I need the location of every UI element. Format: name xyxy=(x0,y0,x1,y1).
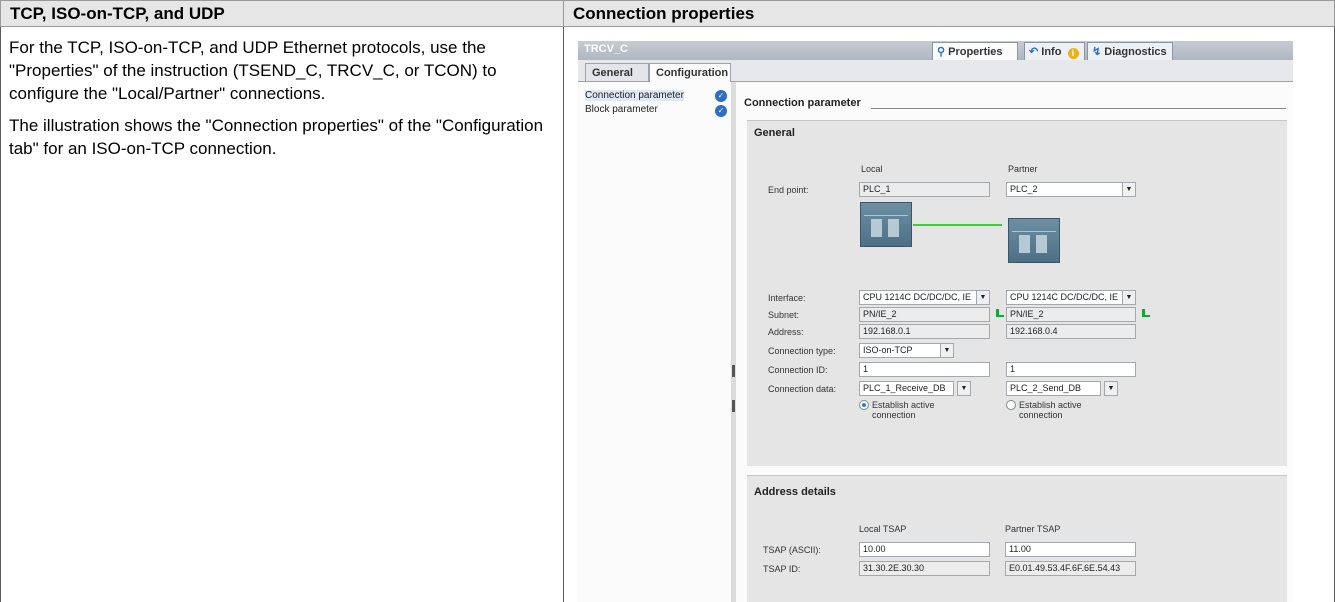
nav-item-block-parameter[interactable]: Block parameter xyxy=(585,104,658,115)
splitter-handle[interactable] xyxy=(732,365,735,377)
connection-data-local-dropdown[interactable]: ▼ xyxy=(957,381,971,396)
subnet-partner-field: PN/IE_2 xyxy=(1006,307,1136,322)
right-column-header: Connection properties xyxy=(563,0,1335,27)
connection-data-partner-dropdown[interactable]: ▼ xyxy=(1104,381,1118,396)
connection-id-local-input[interactable]: 1 xyxy=(859,362,990,377)
subnet-local-field: PN/IE_2 xyxy=(859,307,990,322)
description-paragraph-2: The illustration shows the "Connection p… xyxy=(9,116,544,158)
connection-data-partner-select[interactable]: PLC_2_Send_DB xyxy=(1006,381,1101,396)
interface-local-value: CPU 1214C DC/DC/DC, IE xyxy=(863,292,972,302)
connection-parameter-panel: Connection parameter General Local Partn… xyxy=(736,82,1293,602)
connection-data-local-select[interactable]: PLC_1_Receive_DB xyxy=(859,381,954,396)
establish-active-partner-radio[interactable] xyxy=(1006,400,1016,410)
connection-data-local-value: PLC_1_Receive_DB xyxy=(863,383,946,393)
connection-data-partner-value: PLC_2_Send_DB xyxy=(1010,383,1082,393)
tab-diagnostics[interactable]: ↯ Diagnostics xyxy=(1087,42,1173,60)
column-label-local-tsap: Local TSAP xyxy=(859,524,907,534)
end-point-label: End point: xyxy=(768,185,809,195)
tsap-ascii-local-input[interactable]: 10.00 xyxy=(859,542,990,557)
description-text: For the TCP, ISO-on-TCP, and UDP Etherne… xyxy=(9,36,549,169)
general-group: General Local Partner End point: PLC_1 P… xyxy=(747,120,1287,466)
connection-id-label: Connection ID: xyxy=(768,365,828,375)
check-icon: ✓ xyxy=(715,90,727,102)
table-border-left xyxy=(0,27,1,602)
end-point-local-field: PLC_1 xyxy=(859,182,990,197)
establish-active-partner-label: Establish active connection xyxy=(1019,400,1082,420)
tab-info[interactable]: ↶ Info i xyxy=(1024,42,1085,60)
establish-active-local-radio[interactable] xyxy=(859,400,869,410)
table-divider xyxy=(563,27,564,602)
column-label-partner-tsap: Partner TSAP xyxy=(1005,524,1061,534)
interface-local-select[interactable]: CPU 1214C DC/DC/DC, IE ▼ xyxy=(859,290,990,305)
inspector-titlebar: TRCV_C ⚲ Properties ↶ Info i ↯ Diagnosti… xyxy=(578,41,1293,60)
config-nav: Connection parameter ✓ Block parameter ✓ xyxy=(578,82,732,602)
check-icon: ✓ xyxy=(715,105,727,117)
local-plc-image xyxy=(860,202,912,247)
interface-label: Interface: xyxy=(768,293,806,303)
interface-partner-value: CPU 1214C DC/DC/DC, IE xyxy=(1010,292,1119,302)
chevron-down-icon: ▼ xyxy=(958,382,970,395)
left-column-header: TCP, ISO-on-TCP, and UDP xyxy=(0,0,564,27)
magnifier-icon: ⚲ xyxy=(937,46,946,58)
tsap-ascii-label: TSAP (ASCII): xyxy=(763,545,821,555)
address-label: Address: xyxy=(768,327,804,337)
description-paragraph-1: For the TCP, ISO-on-TCP, and UDP Etherne… xyxy=(9,38,497,103)
connection-id-partner-input[interactable]: 1 xyxy=(1006,362,1136,377)
subnet-label: Subnet: xyxy=(768,310,800,320)
address-details-group: Address details Local TSAP Partner TSAP … xyxy=(747,475,1287,602)
tab-properties[interactable]: ⚲ Properties xyxy=(932,42,1018,60)
connection-properties-screenshot: TRCV_C ⚲ Properties ↶ Info i ↯ Diagnosti… xyxy=(578,41,1293,602)
network-icon xyxy=(1142,309,1151,318)
inspector-title: TRCV_C xyxy=(584,43,629,55)
tsap-ascii-partner-input[interactable]: 11.00 xyxy=(1005,542,1136,557)
tab-info-label: Info xyxy=(1041,46,1062,58)
column-label-local: Local xyxy=(861,164,883,174)
partner-plc-image xyxy=(1008,218,1060,263)
tab-configuration[interactable]: Configuration xyxy=(649,63,731,82)
nav-item-connection-parameter[interactable]: Connection parameter xyxy=(585,90,684,101)
chevron-down-icon: ▼ xyxy=(1122,183,1135,196)
chevron-down-icon: ▼ xyxy=(1105,382,1117,395)
end-point-partner-select[interactable]: PLC_2 ▼ xyxy=(1006,182,1136,197)
document-table: TCP, ISO-on-TCP, and UDP Connection prop… xyxy=(0,0,1335,602)
connection-type-label: Connection type: xyxy=(768,346,836,356)
config-tab-row: General Configuration xyxy=(578,60,1293,82)
diagnostics-icon: ↯ xyxy=(1092,46,1102,58)
chevron-down-icon: ▼ xyxy=(940,344,953,357)
splitter-handle[interactable] xyxy=(732,400,735,412)
address-details-title: Address details xyxy=(754,486,836,498)
interface-partner-select[interactable]: CPU 1214C DC/DC/DC, IE ▼ xyxy=(1006,290,1136,305)
address-partner-field: 192.168.0.4 xyxy=(1006,324,1136,339)
establish-active-local-label: Establish active connection xyxy=(872,400,935,420)
general-group-title: General xyxy=(754,127,795,139)
info-warning-icon: i xyxy=(1067,48,1079,59)
info-arrow-icon: ↶ xyxy=(1029,46,1039,58)
tsap-id-local-field: 31.30.2E.30.30 xyxy=(859,561,990,576)
network-icon xyxy=(996,309,1005,318)
chevron-down-icon: ▼ xyxy=(976,291,989,304)
connection-type-value: ISO-on-TCP xyxy=(863,345,913,355)
tsap-id-label: TSAP ID: xyxy=(763,564,801,574)
address-local-field: 192.168.0.1 xyxy=(859,324,990,339)
chevron-down-icon: ▼ xyxy=(1122,291,1135,304)
column-label-partner: Partner xyxy=(1008,164,1038,174)
connection-line xyxy=(913,224,1002,226)
tab-general[interactable]: General xyxy=(585,63,649,81)
section-divider xyxy=(871,108,1286,109)
tab-properties-label: Properties xyxy=(948,46,1003,58)
end-point-partner-value: PLC_2 xyxy=(1010,184,1038,194)
connection-data-label: Connection data: xyxy=(768,384,837,394)
tsap-id-partner-field: E0.01.49.53.4F.6F.6E.54.43 xyxy=(1005,561,1136,576)
tab-diagnostics-label: Diagnostics xyxy=(1104,46,1167,58)
section-title: Connection parameter xyxy=(744,97,861,109)
connection-type-select[interactable]: ISO-on-TCP ▼ xyxy=(859,343,954,358)
